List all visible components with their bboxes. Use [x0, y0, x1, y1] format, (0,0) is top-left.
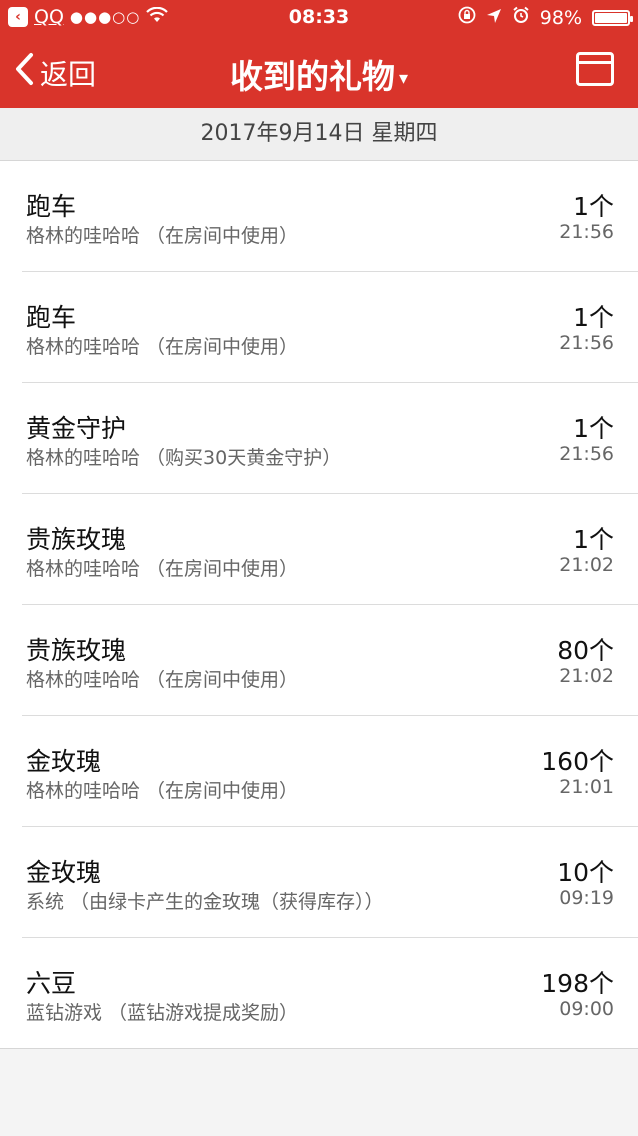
battery-percent: 98%	[539, 6, 582, 29]
list-item[interactable]: 六豆蓝钻游戏 （蓝钻游戏提成奖励） 198个 09:00	[22, 938, 638, 1048]
gift-detail: 格林的哇哈哈 （购买30天黄金守护）	[26, 447, 342, 469]
list-item[interactable]: 跑车格林的哇哈哈 （在房间中使用） 1个 21:56	[22, 272, 638, 383]
gift-time: 21:56	[559, 221, 614, 243]
gift-name: 金玫瑰	[26, 747, 102, 776]
alarm-icon	[512, 6, 530, 29]
list-item[interactable]: 贵族玫瑰格林的哇哈哈 （在房间中使用） 1个 21:02	[22, 494, 638, 605]
gift-name: 跑车	[26, 303, 77, 332]
gift-detail: 格林的哇哈哈 （在房间中使用）	[26, 669, 299, 691]
calendar-icon[interactable]	[576, 52, 614, 86]
gift-detail: 系统 （由绿卡产生的金玫瑰（获得库存））	[26, 891, 384, 913]
status-bar: ‹ QQ ●●●○○ 08:33 98%	[0, 0, 638, 36]
status-right: 98%	[458, 6, 633, 29]
list-item[interactable]: 金玫瑰系统 （由绿卡产生的金玫瑰（获得库存）） 10个 09:19	[22, 827, 638, 938]
list-item[interactable]: 跑车格林的哇哈哈 （在房间中使用） 1个 21:56	[22, 161, 638, 272]
dropdown-caret-icon: ▾	[398, 68, 409, 89]
gift-detail: 格林的哇哈哈 （在房间中使用）	[26, 225, 299, 247]
gift-quantity: 1个	[573, 414, 614, 443]
gift-quantity: 1个	[573, 303, 614, 332]
list-item[interactable]: 黄金守护格林的哇哈哈 （购买30天黄金守护） 1个 21:56	[22, 383, 638, 494]
gift-detail: 格林的哇哈哈 （在房间中使用）	[26, 558, 299, 580]
gift-detail: 蓝钻游戏 （蓝钻游戏提成奖励）	[26, 1002, 299, 1024]
gift-time: 09:19	[559, 887, 614, 909]
gift-time: 21:02	[559, 554, 614, 576]
gift-time: 21:01	[559, 776, 614, 798]
gift-name: 黄金守护	[26, 414, 127, 443]
gift-quantity: 10个	[557, 858, 614, 887]
list-item[interactable]: 金玫瑰格林的哇哈哈 （在房间中使用） 160个 21:01	[22, 716, 638, 827]
gift-quantity: 80个	[557, 636, 614, 665]
gift-list: 跑车 格林的哇哈哈 （在房间中使用） 1个 21:56 跑车 格林的哇哈哈 （在房间中使用…	[0, 161, 638, 1049]
page-title-dropdown[interactable]: 收到的礼物 ▾	[0, 50, 638, 98]
nav-bar: 返回 收到的礼物 ▾	[0, 36, 638, 108]
gift-name: 贵族玫瑰	[26, 636, 127, 665]
gift-name: 六豆	[26, 969, 77, 998]
gift-name: 金玫瑰	[26, 858, 102, 887]
gift-time: 21:56	[559, 332, 614, 354]
gift-name: 贵族玫瑰	[26, 525, 127, 554]
battery-icon	[592, 9, 633, 26]
gift-detail: 格林的哇哈哈 （在房间中使用）	[26, 780, 299, 802]
list-item[interactable]: 贵族玫瑰格林的哇哈哈 （在房间中使用） 80个 21:02	[22, 605, 638, 716]
gift-time: 21:56	[559, 443, 614, 465]
gift-detail: 格林的哇哈哈 （在房间中使用）	[26, 336, 299, 358]
gift-quantity: 1个	[573, 525, 614, 554]
gift-name: 跑车	[26, 192, 77, 221]
rotation-lock-icon	[458, 6, 476, 29]
gift-quantity: 1个	[573, 192, 614, 221]
date-header: 2017年9月14日 星期四	[0, 108, 638, 161]
page-title: 收到的礼物	[229, 57, 395, 96]
header: ‹ QQ ●●●○○ 08:33 98% 返回 收到的礼物 ▾	[0, 0, 638, 108]
gift-quantity: 160个	[541, 747, 614, 776]
gift-time: 09:00	[559, 998, 614, 1020]
gift-time: 21:02	[559, 665, 614, 687]
gift-quantity: 198个	[541, 969, 614, 998]
location-icon	[486, 7, 502, 29]
